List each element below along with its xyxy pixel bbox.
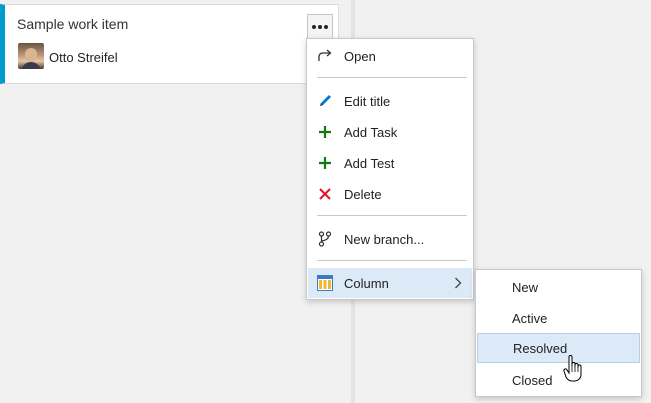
submenu-item-label: Closed bbox=[512, 372, 553, 388]
menu-item-column[interactable]: Column bbox=[308, 268, 472, 298]
menu-item-label: Column bbox=[344, 275, 389, 291]
menu-item-delete[interactable]: Delete bbox=[308, 179, 472, 209]
menu-separator bbox=[317, 260, 467, 261]
menu-item-label: Edit title bbox=[344, 93, 391, 109]
hand-pointer-icon bbox=[563, 354, 585, 383]
branch-icon bbox=[317, 231, 333, 247]
submenu-item-label: New bbox=[512, 279, 539, 295]
column-submenu: New Active Resolved Closed bbox=[475, 269, 642, 397]
plus-icon bbox=[317, 155, 333, 171]
menu-separator bbox=[317, 215, 467, 216]
menu-item-edit-title[interactable]: Edit title bbox=[308, 86, 472, 116]
ellipsis-icon bbox=[312, 25, 328, 29]
menu-item-new-branch[interactable]: New branch... bbox=[308, 224, 472, 254]
submenu-item-new[interactable]: New bbox=[477, 272, 640, 302]
more-actions-button[interactable] bbox=[307, 14, 333, 40]
menu-separator bbox=[317, 77, 467, 78]
submenu-item-closed[interactable]: Closed bbox=[477, 365, 640, 395]
menu-item-add-task[interactable]: Add Task bbox=[308, 117, 472, 147]
plus-icon bbox=[317, 124, 333, 140]
menu-item-label: Add Task bbox=[344, 124, 398, 140]
submenu-item-label: Active bbox=[512, 310, 548, 326]
menu-item-open[interactable]: Open bbox=[308, 41, 472, 71]
menu-item-label: Delete bbox=[344, 186, 382, 202]
redo-arrow-icon bbox=[317, 48, 333, 64]
pencil-icon bbox=[317, 93, 333, 109]
work-item-card[interactable]: Sample work item Otto Streifel bbox=[0, 4, 339, 84]
context-menu: Open Edit title Add Task Add Test Delete… bbox=[306, 38, 474, 300]
menu-item-add-test[interactable]: Add Test bbox=[308, 148, 472, 178]
close-icon bbox=[317, 186, 333, 202]
menu-item-label: Add Test bbox=[344, 155, 395, 171]
submenu-item-label: Resolved bbox=[513, 340, 568, 356]
assignee-name[interactable]: Otto Streifel bbox=[49, 50, 118, 65]
submenu-item-active[interactable]: Active bbox=[477, 303, 640, 333]
card-title[interactable]: Sample work item bbox=[17, 16, 128, 32]
menu-item-label: Open bbox=[344, 48, 376, 64]
board-column-icon bbox=[317, 275, 333, 291]
submenu-item-resolved[interactable]: Resolved bbox=[477, 333, 640, 363]
chevron-right-icon bbox=[454, 277, 462, 292]
avatar bbox=[18, 43, 44, 69]
menu-item-label: New branch... bbox=[344, 231, 425, 247]
